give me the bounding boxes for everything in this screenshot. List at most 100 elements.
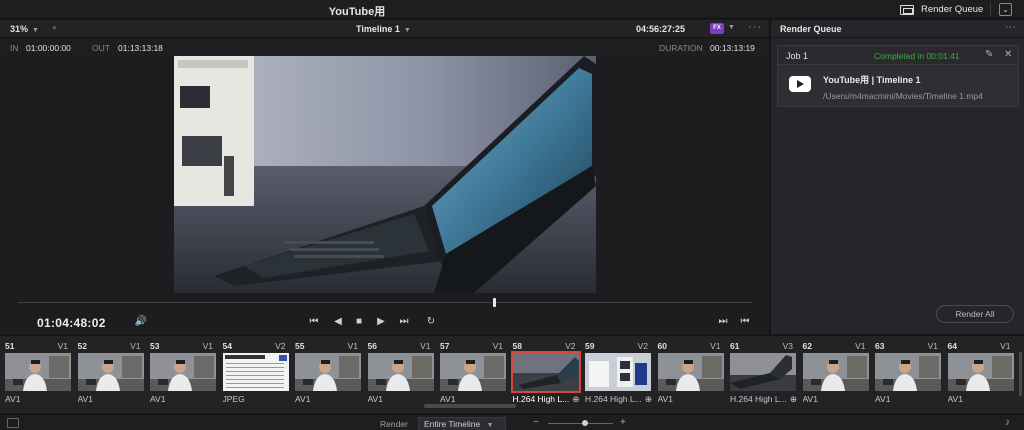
clip-thumbnail-image xyxy=(875,353,941,391)
fx-icon[interactable]: FX xyxy=(710,23,724,34)
clip-track: V1 xyxy=(420,341,431,351)
chevron-down-icon: ▼ xyxy=(486,422,494,429)
clip-thumbnail-51[interactable]: 51 V1 AV1 xyxy=(0,339,71,407)
clip-number: 52 xyxy=(77,341,87,351)
clip-codec: JPEG xyxy=(222,394,245,404)
duration-label: DURATION xyxy=(659,43,703,53)
clip-thumbnail-63[interactable]: 63 V1 AV1 xyxy=(870,339,941,407)
panel-icon[interactable] xyxy=(7,418,19,428)
clip-thumbnail-image xyxy=(730,353,796,391)
render-queue-toggle-label: Render Queue xyxy=(921,4,984,15)
more-options-icon[interactable]: ··· xyxy=(1005,21,1016,33)
clip-codec: AV1 xyxy=(440,394,456,404)
clip-thumbnail-52[interactable]: 52 V1 AV1 xyxy=(73,339,144,407)
clip-thumbnail-image xyxy=(657,353,724,391)
clip-thumbnail-64[interactable]: 64 V1 AV1 xyxy=(943,339,1014,407)
clip-codec: AV1 xyxy=(802,394,818,404)
clip-thumbnail-image xyxy=(585,353,651,391)
zoom-slider-handle[interactable] xyxy=(582,420,588,426)
horizontal-scrollbar[interactable] xyxy=(424,404,516,408)
chevron-down-icon: ▼ xyxy=(403,27,411,34)
step-back-icon[interactable]: ◀ xyxy=(330,314,346,330)
edit-icon[interactable]: ✎ xyxy=(985,49,993,60)
in-label: IN xyxy=(10,43,19,53)
vertical-scrollbar[interactable] xyxy=(1019,352,1022,396)
clip-number: 61 xyxy=(730,341,740,351)
clip-codec: AV1 xyxy=(657,394,673,404)
clip-thumbnail-image xyxy=(295,353,361,391)
go-to-start-icon[interactable]: ⏮ xyxy=(306,314,322,330)
clip-number: 64 xyxy=(947,341,957,351)
source-timecode[interactable]: 04:56:27:25 xyxy=(636,24,685,34)
zoom-value: 31% xyxy=(10,24,29,34)
chevron-down-icon[interactable]: ▼ xyxy=(728,24,735,31)
transport-bar: 01:04:48:02 🔊 ⏮ ◀ ■ ▶ ⏭ ↻ ⏭ ⏮ xyxy=(0,310,768,334)
render-queue-title: Render Queue xyxy=(780,24,842,34)
clip-number: 63 xyxy=(875,341,885,351)
clip-thumbnail-53[interactable]: 53 V1 AV1 xyxy=(145,339,216,407)
clip-thumbnail-62[interactable]: 62 V1 AV1 xyxy=(798,339,869,407)
clip-track: V2 xyxy=(275,341,286,351)
clip-thumbnail-61[interactable]: 61 V3 H.264 High L... ⊕ xyxy=(725,339,797,407)
clip-thumbnail-60[interactable]: 60 V1 AV1 xyxy=(653,339,724,407)
clip-track: V2 xyxy=(565,341,576,351)
clip-track: V1 xyxy=(710,341,721,351)
volume-icon[interactable]: 🔊 xyxy=(133,314,149,330)
clip-track: V1 xyxy=(492,341,503,351)
clip-thumbnail-image xyxy=(5,353,71,391)
clip-track: V1 xyxy=(130,341,141,351)
zoom-dropdown[interactable]: 31% ▼ xyxy=(10,24,39,34)
clip-thumbnail-57[interactable]: 57 V1 AV1 xyxy=(435,339,506,407)
clip-number: 53 xyxy=(150,341,160,351)
clip-number: 55 xyxy=(295,341,305,351)
current-timecode[interactable]: 01:04:48:02 xyxy=(37,316,106,330)
job-status: Completed in 00:01:41 xyxy=(874,51,960,61)
clip-track: V2 xyxy=(637,341,648,351)
job-name: Job 1 xyxy=(786,51,809,61)
zoom-slider[interactable] xyxy=(548,423,613,424)
clip-thumbnail-image xyxy=(367,353,434,391)
clip-codec: H.264 High L... xyxy=(512,394,570,404)
render-range-select[interactable]: Entire Timeline ▼ xyxy=(418,417,506,430)
clip-thumbnail-56[interactable]: 56 V1 AV1 xyxy=(363,339,434,407)
option-dot-icon[interactable]: ● xyxy=(52,23,57,32)
loop-icon[interactable]: ↻ xyxy=(423,314,439,330)
clip-strip: 51 V1 AV1 52 V1 AV1 53 V1 AV1 54 V2 JPEG 55 V1 AV1 56 V1… xyxy=(0,335,1024,413)
music-note-icon[interactable]: ♪ xyxy=(1005,417,1010,428)
chevron-down-icon[interactable]: ⌄ xyxy=(999,3,1012,16)
zoom-out-icon[interactable]: − xyxy=(533,417,539,428)
prev-clip-icon[interactable]: ⏮ xyxy=(737,314,753,330)
playhead-handle[interactable] xyxy=(493,298,496,307)
clip-thumbnail-image xyxy=(947,353,1014,391)
clip-thumbnail-image xyxy=(77,353,144,391)
play-icon[interactable]: ▶ xyxy=(373,314,389,330)
close-icon[interactable]: ✕ xyxy=(1004,49,1012,60)
clip-track: V1 xyxy=(347,341,358,351)
render-job-card[interactable]: Job 1 Completed in 00:01:41 ✎ ✕ YouTube用… xyxy=(777,45,1019,107)
clip-number: 58 xyxy=(512,341,522,351)
stop-icon[interactable]: ■ xyxy=(351,314,367,330)
clip-track: V1 xyxy=(855,341,866,351)
clip-thumbnail-59[interactable]: 59 V2 H.264 High L... ⊕ xyxy=(580,339,652,407)
in-timecode: 01:00:00:00 xyxy=(26,43,71,53)
clip-number: 60 xyxy=(657,341,667,351)
clip-thumbnail-55[interactable]: 55 V1 AV1 xyxy=(290,339,361,407)
timeline-dropdown[interactable]: Timeline 1 ▼ xyxy=(356,24,411,34)
more-options-icon[interactable]: ··· xyxy=(748,21,762,33)
clip-track: V1 xyxy=(57,341,68,351)
render-queue-header: Render Queue ··· xyxy=(771,20,1024,38)
out-label: OUT xyxy=(92,43,110,53)
render-queue-icon xyxy=(900,4,914,15)
go-to-end-icon[interactable]: ⏭ xyxy=(396,314,412,330)
out-timecode: 01:13:13:18 xyxy=(118,43,163,53)
video-preview[interactable] xyxy=(174,56,596,293)
zoom-in-icon[interactable]: + xyxy=(620,417,626,428)
clip-thumbnail-58[interactable]: 58 V2 H.264 High L... ⊕ xyxy=(508,339,581,407)
clip-thumbnail-image xyxy=(222,353,289,391)
clip-number: 54 xyxy=(222,341,232,351)
next-clip-icon[interactable]: ⏭ xyxy=(715,314,731,330)
render-all-button[interactable]: Render All xyxy=(936,305,1014,323)
render-queue-toggle[interactable]: Render Queue xyxy=(900,2,983,17)
clip-thumbnail-54[interactable]: 54 V2 JPEG xyxy=(218,339,289,407)
scrubber-track[interactable] xyxy=(18,302,752,303)
